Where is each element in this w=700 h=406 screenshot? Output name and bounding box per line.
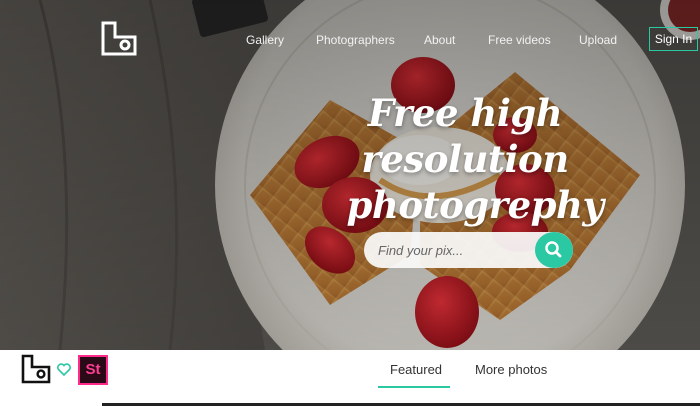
search-input[interactable]	[378, 240, 528, 260]
nav-free-videos[interactable]: Free videos	[488, 31, 551, 49]
nav-gallery[interactable]: Gallery	[246, 31, 284, 49]
camera-frame-logo-icon[interactable]	[21, 354, 51, 384]
nav-about[interactable]: About	[424, 31, 455, 49]
nav-photographers[interactable]: Photographers	[316, 31, 395, 49]
search-icon	[545, 241, 562, 258]
sign-in-button[interactable]: Sign In	[649, 27, 698, 51]
tab-featured[interactable]: Featured	[390, 362, 442, 378]
tab-more-photos[interactable]: More photos	[475, 362, 547, 378]
main-nav: Gallery Photographers About Free videos …	[0, 31, 700, 49]
nav-upload[interactable]: Upload	[579, 31, 617, 49]
stock-badge[interactable]: St	[78, 355, 108, 385]
hero-headline: Free high resolution photogrephy	[300, 90, 630, 228]
headline-line-1: Free high resolution	[361, 91, 569, 181]
active-tab-indicator	[378, 386, 450, 388]
headline-line-2: photogrephy	[346, 183, 604, 227]
heart-icon[interactable]	[57, 363, 71, 376]
search-button[interactable]	[535, 232, 573, 268]
